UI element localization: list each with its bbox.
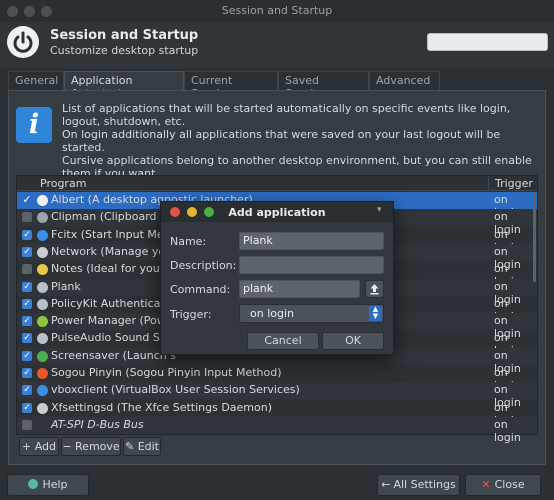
table-row[interactable]: ✓ vboxclient (VirtualBox User Session Ser… <box>17 382 537 409</box>
enabled-checkbox[interactable]: ✓ <box>22 368 32 378</box>
tab-application-autostart[interactable]: Application Autostart <box>64 71 184 100</box>
app-icon <box>37 333 48 345</box>
close-x-icon: ✕ <box>481 478 491 491</box>
dialog-title: Add application <box>228 206 326 219</box>
program-name: Sogou Pinyin (Sogou Pinyin Input Method) <box>51 366 282 379</box>
app-icon <box>37 246 48 258</box>
enabled-checkbox[interactable]: ✓ <box>22 333 32 344</box>
table-scrollbar[interactable] <box>533 192 536 282</box>
dialog-menu-icon[interactable]: ▾ <box>377 205 382 215</box>
upload-icon <box>370 284 379 295</box>
app-icon <box>37 368 48 379</box>
program-name: Screensaver (Launch s <box>51 348 176 362</box>
chevron-updown-icon: ▲ ▼ <box>369 306 382 321</box>
program-name: Power Manager (Powe <box>51 314 173 328</box>
name-label: Name: <box>170 235 207 248</box>
column-header-trigger[interactable]: Trigger <box>495 177 533 190</box>
table-row[interactable]: AT-SPI D-Bus Bus on login <box>17 416 537 444</box>
program-name: Notes (Ideal for your d <box>51 262 175 276</box>
table-header <box>17 176 537 191</box>
program-name: Plank <box>51 279 81 293</box>
trigger-label: Trigger: <box>170 308 212 321</box>
info-icon: i <box>16 107 52 143</box>
program-name: PulseAudio Sound Sys <box>51 331 173 345</box>
table-row[interactable]: ✓ Xfsettingsd (The Xfce Settings Daemon) o… <box>17 400 537 427</box>
browse-command-button[interactable] <box>365 280 384 298</box>
tab-saved-sessions[interactable]: Saved Sessions <box>278 71 369 100</box>
page-title: Session and Startup <box>50 28 199 43</box>
info-line: List of applications that will be starte… <box>62 102 511 128</box>
cancel-button[interactable]: Cancel <box>247 332 319 350</box>
trigger-value: on login <box>494 417 521 444</box>
column-header-program[interactable]: Program <box>40 177 86 190</box>
description-label: Description: <box>170 259 237 272</box>
enabled-checkbox[interactable]: ✓ <box>22 246 32 257</box>
enabled-checkbox[interactable]: ✓ <box>22 402 32 413</box>
app-icon <box>37 212 48 224</box>
tab-label: General <box>15 74 59 87</box>
description-field[interactable] <box>239 256 384 274</box>
close-label: Close <box>494 478 525 491</box>
enabled-checkbox[interactable] <box>22 212 32 223</box>
add-application-dialog: Add application ▾ Name: Plank Descriptio… <box>160 201 394 355</box>
search-input[interactable] <box>427 33 548 51</box>
info-line: On login additionally all applications t… <box>62 128 501 154</box>
program-name: vboxclient (VirtualBox User Session Serv… <box>51 383 300 397</box>
enabled-checkbox[interactable] <box>22 264 32 275</box>
help-label: Help <box>42 478 68 491</box>
app-icon <box>37 281 48 293</box>
program-name: Xfsettingsd (The Xfce Settings Daemon) <box>51 400 273 414</box>
back-arrow-icon: ← <box>381 478 391 491</box>
tab-general[interactable]: General <box>8 71 64 90</box>
tab-advanced[interactable]: Advanced <box>369 71 440 90</box>
tab-current-session[interactable]: Current Session <box>184 71 278 100</box>
program-name: Fcitx (Start Input Meth <box>51 227 175 241</box>
enabled-checkbox[interactable]: ✓ <box>22 350 32 361</box>
info-text: List of applications that will be starte… <box>62 102 540 180</box>
tab-label: Advanced <box>376 74 431 87</box>
enabled-checkbox[interactable]: ✓ <box>22 316 32 327</box>
app-icon <box>37 229 48 241</box>
enabled-checkbox[interactable]: ✓ <box>22 281 32 292</box>
ok-button[interactable]: OK <box>322 332 384 350</box>
window-title: Session and Startup <box>221 4 333 17</box>
app-icon <box>37 298 48 310</box>
program-name: Network (Manage you <box>51 244 173 258</box>
name-field[interactable]: Plank <box>239 232 384 250</box>
help-button[interactable]: Help <box>7 474 89 496</box>
program-name: Clipman (Clipboard m <box>51 210 171 224</box>
column-divider <box>488 176 489 190</box>
enabled-checkbox[interactable]: ✓ <box>22 229 32 240</box>
enabled-checkbox[interactable]: ✓ <box>22 194 32 205</box>
trigger-select[interactable]: on login ▲ ▼ <box>239 304 384 323</box>
all-settings-label: All Settings <box>393 478 456 491</box>
enabled-checkbox[interactable]: ✓ <box>22 298 32 309</box>
enabled-checkbox[interactable]: ✓ <box>22 385 32 396</box>
program-name: AT-SPI D-Bus Bus <box>51 417 144 431</box>
app-icon <box>37 385 48 397</box>
program-name: PolicyKit Authenticatio <box>51 296 175 310</box>
page-subtitle: Customize desktop startup <box>50 44 199 57</box>
command-label: Command: <box>170 283 231 296</box>
app-icon <box>37 316 48 328</box>
all-settings-button[interactable]: ← All Settings <box>377 474 460 496</box>
app-icon <box>37 195 48 206</box>
trigger-select-value: on login <box>250 307 294 320</box>
power-icon <box>7 26 39 58</box>
app-icon <box>37 264 48 276</box>
help-icon <box>28 479 39 489</box>
remove-button[interactable]: − Remove <box>61 437 121 456</box>
app-icon <box>37 350 48 362</box>
close-button[interactable]: ✕ Close <box>465 474 541 496</box>
add-button[interactable]: + Add <box>19 437 59 456</box>
enabled-checkbox[interactable] <box>22 419 32 430</box>
table-row[interactable]: ✓ Sogou Pinyin (Sogou Pinyin Input Method… <box>17 365 537 392</box>
app-icon <box>37 402 48 414</box>
command-field[interactable]: plank <box>239 280 360 298</box>
edit-button[interactable]: ✎ Edit <box>123 437 161 456</box>
